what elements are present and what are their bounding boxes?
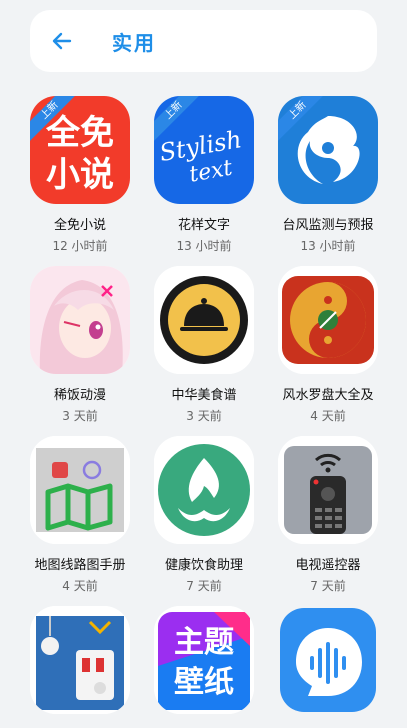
app-time: 4 天前 <box>62 579 98 593</box>
new-badge: 上新 <box>154 96 202 144</box>
app-time: 13 小时前 <box>176 239 232 253</box>
app-time: 12 小时前 <box>52 239 108 253</box>
voice-wave-icon[interactable] <box>278 606 378 714</box>
app-tile[interactable]: 全免 小说 上新 全免小说 12 小时前 <box>30 96 130 254</box>
svg-text:主题: 主题 <box>174 625 234 660</box>
map-route-icon[interactable] <box>30 436 130 544</box>
app-tile[interactable]: 健康饮食助理 7 天前 <box>154 436 254 594</box>
electric-bulb-icon[interactable] <box>30 606 130 714</box>
app-name: 地图线路图手册 <box>34 558 126 573</box>
app-tile[interactable]: Stylish text 上新 花样文字 13 小时前 <box>154 96 254 254</box>
app-time: 3 天前 <box>62 409 98 423</box>
app-tile[interactable]: 稀饭动漫 3 天前 <box>30 266 130 424</box>
app-tile[interactable]: 地图线路图手册 4 天前 <box>30 436 130 594</box>
app-name: 风水罗盘大全及 <box>282 388 374 403</box>
svg-text:小说: 小说 <box>46 155 114 195</box>
typhoon-icon[interactable]: 上新 <box>278 96 378 204</box>
app-name: 中华美食谱 <box>171 388 237 403</box>
app-name: 全免小说 <box>53 218 106 233</box>
new-badge: 上新 <box>30 96 78 144</box>
app-time: 4 天前 <box>310 409 346 423</box>
new-badge: 上新 <box>278 96 326 144</box>
app-tile[interactable]: 电视遥控器 7 天前 <box>278 436 378 594</box>
app-time: 3 天前 <box>186 409 222 423</box>
svg-text:壁纸: 壁纸 <box>174 665 234 700</box>
theme-wallpaper-icon[interactable]: 主题 壁纸 <box>154 606 254 714</box>
app-tile[interactable]: 中华美食谱 3 天前 <box>154 266 254 424</box>
food-cloche-icon[interactable] <box>154 266 254 374</box>
app-name: 电视遥控器 <box>295 558 361 573</box>
app-time: 7 天前 <box>310 579 346 593</box>
healthy-diet-icon[interactable] <box>154 436 254 544</box>
app-tile[interactable]: 主题 壁纸 <box>154 606 254 728</box>
app-name: 台风监测与预报 <box>282 218 374 233</box>
app-tile[interactable]: 上新 台风监测与预报 13 小时前 <box>278 96 378 254</box>
app-name: 稀饭动漫 <box>53 388 106 403</box>
app-tile[interactable] <box>30 606 130 728</box>
stylish-text-icon[interactable]: Stylish text 上新 <box>154 96 254 204</box>
tv-remote-icon[interactable] <box>278 436 378 544</box>
app-name: 花样文字 <box>177 218 230 233</box>
app-time: 7 天前 <box>186 579 222 593</box>
app-time: 13 小时前 <box>300 239 356 253</box>
novel-icon[interactable]: 全免 小说 上新 <box>30 96 130 204</box>
anime-girl-icon[interactable] <box>30 266 130 374</box>
app-tile[interactable]: 风水罗盘大全及 4 天前 <box>278 266 378 424</box>
app-name: 健康饮食助理 <box>164 558 243 573</box>
app-tile[interactable] <box>278 606 378 728</box>
fengshui-compass-icon[interactable] <box>278 266 378 374</box>
app-grid: 全免 小说 上新 全免小说 12 小时前 Stylish text 上新 花样文… <box>0 0 407 724</box>
